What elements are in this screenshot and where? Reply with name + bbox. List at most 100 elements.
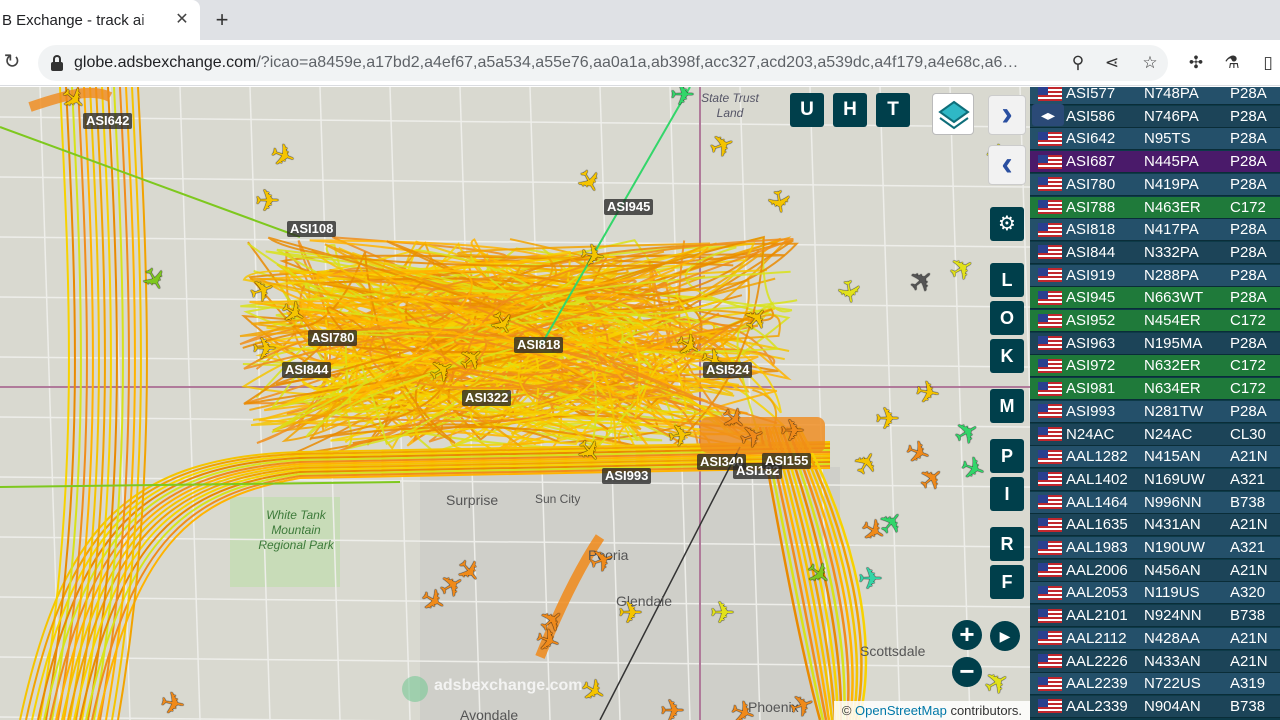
callsign-label[interactable]: ASI945 [604,199,654,215]
aircraft-row[interactable]: AAL2226 N433AN A21N [1030,650,1280,673]
t-button[interactable]: T [876,93,910,127]
airplane-icon[interactable]: ✈ [157,686,187,720]
f-button[interactable]: F [990,565,1024,599]
k-button[interactable]: K [990,339,1024,373]
registration-cell: N924NN [1144,607,1202,625]
chevron-right-icon[interactable]: › [988,95,1026,135]
i-button[interactable]: I [990,477,1024,511]
us-flag-icon [1038,336,1062,351]
plus-icon[interactable]: + [208,6,236,34]
airplane-icon[interactable]: ✈ [875,405,900,435]
aircraft-row[interactable]: AAL2112 N428AA A21N [1030,627,1280,650]
type-cell: P28A [1230,130,1267,148]
airplane-icon[interactable]: ✈ [618,599,643,629]
callsign-label[interactable]: ASI844 [282,362,332,378]
close-icon[interactable]: ✕ [172,10,192,30]
aircraft-row[interactable]: N24AC N24AC CL30 [1030,423,1280,446]
aircraft-row[interactable]: AAL2006 N456AN A21N [1030,559,1280,582]
callsign-label[interactable]: ASI993 [602,468,652,484]
aircraft-row[interactable]: ASI945 N663WT P28A [1030,287,1280,310]
airplane-icon[interactable]: ✈ [912,375,942,412]
flask-icon[interactable]: ⚗ [1222,53,1242,73]
star-icon[interactable]: ☆ [1140,53,1160,73]
layers-icon[interactable] [932,93,974,135]
browser-tab[interactable]: B Exchange - track ai ✕ [0,0,200,40]
aircraft-row[interactable]: ASI963 N195MA P28A [1030,332,1280,355]
aircraft-row[interactable]: AAL1402 N169UW A321 [1030,468,1280,491]
sidepanel-icon[interactable]: ▯ [1258,53,1278,73]
aircraft-row[interactable]: ASI844 N332PA P28A [1030,241,1280,264]
aircraft-row[interactable]: ASI952 N454ER C172 [1030,310,1280,332]
location-pin-icon[interactable]: ⚲ [1068,53,1088,73]
share-icon[interactable]: ⋖ [1102,53,1122,73]
aircraft-row[interactable]: AAL2101 N924NN B738 [1030,605,1280,628]
aircraft-row[interactable]: AAL2239 N722US A319 [1030,673,1280,696]
aircraft-row[interactable]: ASI919 N288PA P28A [1030,264,1280,287]
aircraft-row[interactable]: ASI780 N419PA P28A [1030,173,1280,196]
callsign-label[interactable]: ASI322 [462,390,512,406]
aircraft-row[interactable]: AAL2339 N904AN B738 [1030,695,1280,718]
airplane-icon[interactable]: ✈ [780,417,805,447]
us-flag-icon [1038,472,1062,487]
airplane-icon[interactable]: ✈ [660,697,685,720]
airplane-icon[interactable]: ✈ [670,87,695,111]
aircraft-row[interactable]: AAL1635 N431AN A21N [1030,514,1280,537]
aircraft-row[interactable]: ASI788 N463ER C172 [1030,196,1280,219]
tab-bar: B Exchange - track ai ✕ + [0,0,1280,40]
airplane-icon[interactable]: ✈ [665,418,695,455]
airplane-icon[interactable]: ✈ [577,238,607,275]
aircraft-row[interactable]: AAL1983 N190UW A321 [1030,537,1280,559]
aircraft-row[interactable]: AAL1282 N415AN A21N [1030,446,1280,469]
airplane-icon[interactable]: ✈ [255,187,280,217]
p-button[interactable]: P [990,439,1024,473]
callsign-label[interactable]: ASI108 [287,221,337,237]
aircraft-row[interactable]: ASI818 N417PA P28A [1030,219,1280,242]
url-text[interactable]: globe.adsbexchange.com/?icao=a8459e,a17b… [74,54,1054,72]
expand-icon[interactable]: ◂▸ [1032,104,1064,126]
airplane-icon[interactable]: ✈ [760,187,797,217]
callsign-cell: AAL2112 [1066,629,1127,647]
aircraft-row[interactable]: ASI586 N746PA P28A [1030,105,1280,128]
aircraft-row[interactable]: ASI993 N281TW P28A [1030,400,1280,423]
m-button[interactable]: M [990,389,1024,423]
aircraft-row[interactable]: ASI577 N748PA P28A [1030,87,1280,105]
type-cell: A320 [1230,584,1266,602]
zoom-in-icon[interactable]: + [952,620,982,650]
aircraft-row[interactable]: ASI642 N95TS P28A [1030,128,1280,151]
callsign-label[interactable]: ASI642 [83,113,133,129]
h-button[interactable]: H [833,93,867,127]
aircraft-row[interactable]: ASI972 N632ER C172 [1030,355,1280,378]
address-bar[interactable]: globe.adsbexchange.com/?icao=a8459e,a17b… [38,45,1168,81]
lock-icon[interactable] [50,55,64,71]
airplane-icon[interactable]: ✈ [710,599,735,629]
callsign-cell: AAL2006 [1066,561,1128,579]
replay-icon[interactable]: ▶ [990,621,1020,651]
callsign-label[interactable]: ASI155 [762,453,812,469]
type-cell: P28A [1230,402,1267,420]
aircraft-row[interactable]: AAL1464 N996NN B738 [1030,491,1280,514]
registration-cell: N24AC [1144,425,1193,443]
airplane-icon[interactable]: ✈ [858,565,883,595]
aircraft-row[interactable]: ASI687 N445PA P28A [1030,151,1280,174]
zoom-out-icon[interactable]: − [952,657,982,687]
us-flag-icon [1038,154,1062,169]
reload-icon[interactable]: ↻ [0,50,24,74]
airplane-icon[interactable]: ✈ [830,277,867,307]
us-flag-icon [1038,290,1062,305]
callsign-label[interactable]: ASI780 [308,330,358,346]
map-area[interactable]: White Tank Mountain Regional Park State … [0,87,1030,720]
park-label: White Tank Mountain Regional Park [258,508,334,552]
o-button[interactable]: O [990,301,1024,335]
chevron-left-icon[interactable]: ‹ [988,145,1026,185]
gear-icon[interactable]: ⚙ [990,207,1024,241]
r-button[interactable]: R [990,527,1024,561]
osm-link[interactable]: OpenStreetMap [855,703,947,718]
callsign-label[interactable]: ASI818 [514,337,564,353]
l-button[interactable]: L [990,263,1024,297]
aircraft-row[interactable]: ASI981 N634ER C172 [1030,378,1280,401]
u-button[interactable]: U [790,93,824,127]
aircraft-row[interactable]: AAL2053 N119US A320 [1030,582,1280,605]
callsign-label[interactable]: ASI524 [703,362,753,378]
puzzle-icon[interactable]: ✣ [1186,53,1206,73]
airplane-icon[interactable]: ✈ [252,335,277,365]
